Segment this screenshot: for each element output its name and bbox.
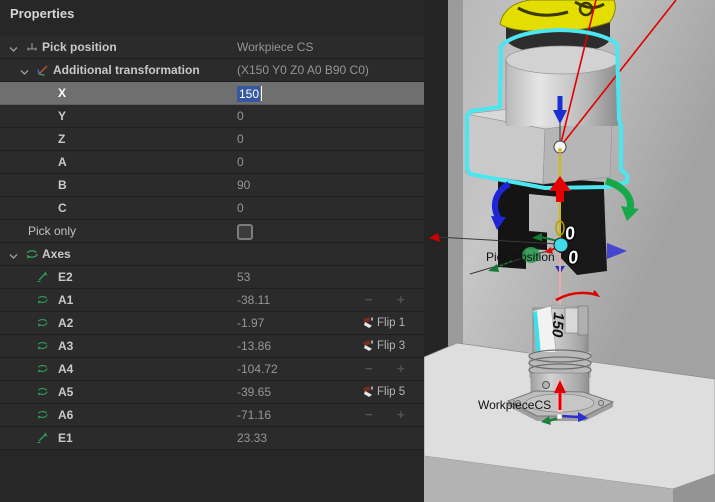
row-value[interactable]: Workpiece CS — [237, 40, 313, 54]
workpiece-cs-label: WorkpieceCS — [478, 398, 551, 412]
row-additional-transformation[interactable]: Additional transformation (X150 Y0 Z0 A0… — [0, 59, 424, 82]
3d-viewport[interactable]: 0 0 Pick Position 150 — [424, 0, 715, 502]
chevron-down-icon[interactable] — [19, 65, 30, 83]
flip-1-button[interactable]: Flip 1 — [361, 316, 405, 329]
row-value[interactable]: 53 — [237, 270, 250, 284]
row-value[interactable]: 0 — [237, 201, 244, 215]
flip-3-button[interactable]: Flip 3 — [361, 339, 405, 352]
increment-button[interactable]: + — [397, 361, 405, 376]
row-label: A6 — [58, 408, 73, 422]
row-value[interactable]: 90 — [237, 178, 250, 192]
row-z[interactable]: Z 0 — [0, 128, 424, 151]
row-label: Pick position — [42, 40, 117, 54]
increment-button[interactable]: + — [397, 407, 405, 422]
row-label: A3 — [58, 339, 73, 353]
row-label: Pick only — [28, 224, 76, 238]
row-value[interactable]: 0 — [237, 109, 244, 123]
linear-axis-icon — [36, 431, 49, 449]
increment-button[interactable]: + — [397, 292, 405, 307]
row-value[interactable]: (X150 Y0 Z0 A0 B90 C0) — [237, 63, 369, 77]
row-value[interactable]: -1.97 — [237, 316, 264, 330]
rotary-axis-icon — [36, 362, 49, 380]
row-label: Y — [58, 109, 66, 123]
flip-button-label: Flip 5 — [377, 386, 405, 398]
row-value[interactable]: -71.16 — [237, 408, 271, 422]
row-b[interactable]: B 90 — [0, 174, 424, 197]
robot-flip-icon — [361, 385, 374, 398]
rotation-axes-icon — [25, 247, 39, 266]
row-label: E1 — [58, 431, 73, 445]
row-label: C — [58, 201, 67, 215]
row-a2[interactable]: A2 -1.97 Flip 1 — [0, 312, 424, 335]
rotary-axis-icon — [36, 316, 49, 334]
3d-scene[interactable]: 0 0 Pick Position 150 — [424, 0, 715, 502]
decrement-button[interactable]: − — [365, 361, 373, 376]
robot-flip-icon — [361, 339, 374, 352]
row-a3[interactable]: A3 -13.86 Flip 3 — [0, 335, 424, 358]
row-label: Axes — [42, 247, 71, 261]
rotary-axis-icon — [36, 408, 49, 426]
chevron-down-icon[interactable] — [8, 42, 19, 60]
row-label: B — [58, 178, 67, 192]
row-label: E2 — [58, 270, 73, 284]
row-axes-group[interactable]: Axes — [0, 243, 424, 266]
text-cursor — [261, 86, 262, 101]
row-label: A4 — [58, 362, 73, 376]
rotary-axis-icon — [36, 385, 49, 403]
application-window: { "panel": { "title": "Properties", "row… — [0, 0, 715, 502]
row-pick-position[interactable]: Pick position Workpiece CS — [0, 36, 424, 59]
row-value[interactable]: 23.33 — [237, 431, 267, 445]
row-x[interactable]: X 150 — [0, 82, 424, 105]
flip-button-label: Flip 1 — [377, 317, 405, 329]
row-e2[interactable]: E2 53 — [0, 266, 424, 289]
property-tree: Pick position Workpiece CS Additional tr… — [0, 36, 424, 450]
row-a[interactable]: A 0 — [0, 151, 424, 174]
row-value[interactable]: -104.72 — [237, 362, 278, 376]
row-value[interactable]: 0 — [237, 132, 244, 146]
wall-dark-edge — [424, 0, 448, 359]
row-label: X — [58, 86, 66, 100]
transformation-axes-icon — [36, 63, 50, 82]
row-a6[interactable]: A6 -71.16 − + — [0, 404, 424, 427]
rotary-axis-icon — [36, 339, 49, 357]
pick-position-label: Pick Position — [486, 250, 555, 264]
row-label: A5 — [58, 385, 73, 399]
row-label: Additional transformation — [53, 63, 200, 77]
row-value[interactable]: -39.65 — [237, 385, 271, 399]
row-a1[interactable]: A1 -38.11 − + — [0, 289, 424, 312]
row-value[interactable]: -38.11 — [237, 293, 270, 307]
rotary-axis-icon — [36, 293, 49, 311]
row-c[interactable]: C 0 — [0, 197, 424, 220]
pick-position-frame-icon — [25, 40, 39, 59]
row-e1[interactable]: E1 23.33 — [0, 427, 424, 450]
row-y[interactable]: Y 0 — [0, 105, 424, 128]
row-value[interactable]: 0 — [237, 155, 244, 169]
panel-title: Properties — [10, 6, 74, 21]
robot-flip-icon — [361, 316, 374, 329]
pick-only-checkbox[interactable] — [237, 224, 253, 240]
decrement-button[interactable]: − — [365, 407, 373, 422]
x-value-input[interactable]: 150 — [237, 85, 262, 102]
row-label: A2 — [58, 316, 73, 330]
flip-5-button[interactable]: Flip 5 — [361, 385, 405, 398]
row-a5[interactable]: A5 -39.65 Flip 5 — [0, 381, 424, 404]
row-label: A1 — [58, 293, 73, 307]
row-a4[interactable]: A4 -104.72 − + — [0, 358, 424, 381]
row-value[interactable]: -13.86 — [237, 339, 271, 353]
selected-text: 150 — [237, 86, 260, 102]
row-label: A — [58, 155, 67, 169]
row-pick-only[interactable]: Pick only — [0, 220, 424, 243]
wall-mid-edge — [448, 0, 463, 349]
flip-button-label: Flip 3 — [377, 340, 405, 352]
decrement-button[interactable]: − — [365, 292, 373, 307]
row-label: Z — [58, 132, 65, 146]
chevron-down-icon[interactable] — [8, 249, 19, 267]
workpiece-offset-tag: 150 — [548, 312, 567, 339]
properties-panel: Properties Pick position Workpiece CS Ad… — [0, 0, 424, 502]
linear-axis-icon — [36, 270, 49, 288]
